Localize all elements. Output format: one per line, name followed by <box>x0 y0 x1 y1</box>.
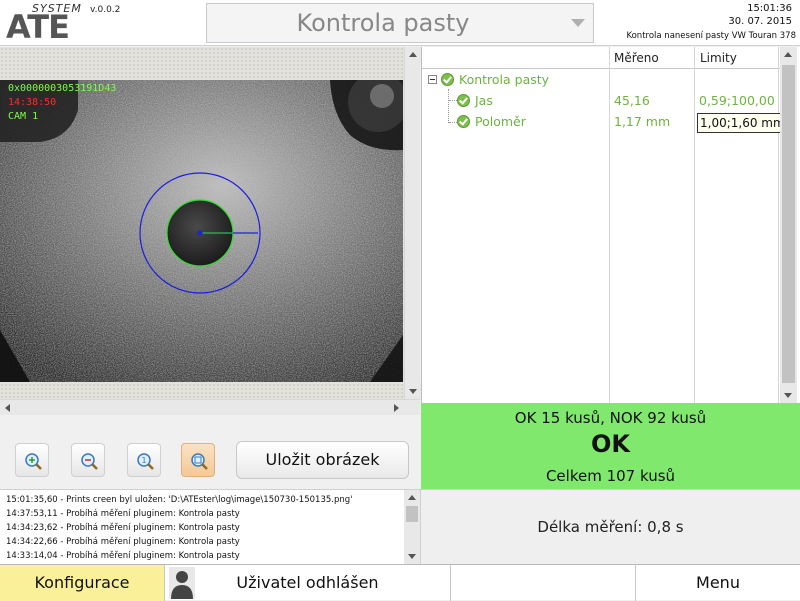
log-scroll-thumb[interactable] <box>406 506 418 522</box>
zoom-out-button[interactable] <box>71 443 105 477</box>
clock-time: 15:01:36 <box>747 3 792 14</box>
camera-image[interactable]: 0x0000003053191D43 14:38:50 CAM 1 <box>0 80 403 382</box>
plugin-select[interactable]: Kontrola pasty <box>206 3 594 43</box>
arrow-down-icon <box>784 393 792 398</box>
arrow-left-icon <box>5 404 10 412</box>
measurement-tree[interactable]: Měřeno Limity Kontrola pasty Jas 45,16 0… <box>421 47 800 403</box>
zoom-actual-icon: 1 <box>137 453 154 470</box>
result-panel: OK 15 kusů, NOK 92 kusů OK Celkem 107 ku… <box>421 403 800 489</box>
log-line: 14:33:14,04 - Probíhá měření pluginem: K… <box>6 551 240 561</box>
tree-item-label: Jas <box>475 93 493 108</box>
log-line: 14:37:53,11 - Probíhá měření pluginem: K… <box>6 509 240 519</box>
tree-scroll-down-button[interactable] <box>780 387 796 403</box>
tree-row-jas[interactable]: Jas 45,16 0,59;100,00 <box>422 90 784 111</box>
tree-header: Měřeno Limity <box>422 47 784 69</box>
ok-check-icon <box>457 94 470 107</box>
log-line: 15:01:35,60 - Prints creen byl uložen: '… <box>6 495 353 505</box>
scroll-right-button[interactable] <box>388 400 404 416</box>
configuration-button[interactable]: Konfigurace <box>0 565 165 601</box>
limits-value: 0,59;100,00 <box>699 93 775 108</box>
camera-id: 0x0000003053191D43 <box>8 83 117 94</box>
collapse-icon[interactable] <box>428 75 437 84</box>
image-viewer[interactable]: 0x0000003053191D43 14:38:50 CAM 1 <box>0 47 421 416</box>
plugin-select-value: Kontrola pasty <box>296 9 470 37</box>
image-toolbar: 1 Uložit obrázek <box>0 415 420 489</box>
zoom-in-icon <box>25 453 42 470</box>
column-measured-header[interactable]: Měřeno <box>614 51 659 65</box>
ate-logo: SYSTEM ATE <box>6 2 86 46</box>
log-panel[interactable]: 15:01:35,60 - Prints creen byl uložen: '… <box>0 489 421 565</box>
limits-tooltip: 1,00;1,60 mm <box>697 113 789 133</box>
duration-panel: Délka měření: 0,8 s <box>421 489 800 564</box>
arrow-down-icon <box>409 389 417 394</box>
arrow-right-icon <box>394 404 399 412</box>
result-total: Celkem 107 kusů <box>545 467 676 485</box>
program-subtitle: Kontrola nanesení pasty VW Touran 378 <box>626 31 796 41</box>
arrow-up-icon <box>409 52 417 57</box>
svg-text:1: 1 <box>142 456 147 465</box>
arrow-down-icon <box>408 554 416 559</box>
save-image-button[interactable]: Uložit obrázek <box>236 441 409 479</box>
scroll-up-button[interactable] <box>405 47 421 63</box>
camera-number: CAM 1 <box>8 111 39 122</box>
log-scroll-down-button[interactable] <box>404 548 420 564</box>
user-status-label: Uživatel odhlášen <box>236 573 379 592</box>
zoom-out-icon <box>81 453 98 470</box>
arrow-up-icon <box>408 495 416 500</box>
user-button[interactable]: Uživatel odhlášen <box>165 565 451 601</box>
measurement-duration: Délka měření: 0,8 s <box>537 518 684 536</box>
clock-date: 30. 07. 2015 <box>728 16 792 27</box>
result-counts: OK 15 kusů, NOK 92 kusů <box>514 409 707 427</box>
log-list: 15:01:35,60 - Prints creen byl uložen: '… <box>6 493 396 563</box>
scroll-left-button[interactable] <box>0 400 16 416</box>
tree-scroll-thumb[interactable] <box>782 65 795 383</box>
image-vertical-scrollbar[interactable] <box>404 47 421 399</box>
logo-ate-text: ATE <box>6 8 70 46</box>
tree-scroll-up-button[interactable] <box>780 47 796 63</box>
zoom-in-button[interactable] <box>15 443 49 477</box>
header-bar: SYSTEM ATE v.0.0.2 Kontrola pasty 15:01:… <box>0 0 800 46</box>
tree-vertical-scrollbar[interactable] <box>780 47 797 403</box>
result-status: OK <box>591 430 630 458</box>
user-icon <box>169 567 195 599</box>
column-limits-header[interactable]: Limity <box>700 51 737 65</box>
menu-button[interactable]: Menu <box>636 565 800 601</box>
tree-row-root[interactable]: Kontrola pasty <box>422 69 784 90</box>
arrow-up-icon <box>784 52 792 57</box>
ok-check-icon <box>441 73 454 86</box>
version-label: v.0.0.2 <box>90 5 121 15</box>
ok-check-icon <box>457 115 470 128</box>
tree-root-label: Kontrola pasty <box>459 72 550 87</box>
measured-value: 45,16 <box>614 93 650 108</box>
zoom-fit-icon <box>191 453 208 470</box>
scroll-down-button[interactable] <box>405 383 421 399</box>
tree-item-label: Poloměr <box>475 114 526 129</box>
camera-frame-graphic <box>0 80 403 382</box>
empty-bottom-slot <box>451 565 636 601</box>
log-scrollbar[interactable] <box>404 490 420 565</box>
log-scroll-up-button[interactable] <box>404 490 420 506</box>
image-horizontal-scrollbar[interactable] <box>0 399 420 416</box>
log-line: 14:34:23,62 - Probíhá měření pluginem: K… <box>6 523 240 533</box>
chevron-down-icon <box>571 19 585 27</box>
measured-value: 1,17 mm <box>614 114 671 129</box>
zoom-actual-button[interactable]: 1 <box>127 443 161 477</box>
camera-timestamp: 14:38:50 <box>8 97 57 108</box>
zoom-fit-button[interactable] <box>181 443 215 477</box>
bottom-bar: Konfigurace Uživatel odhlášen Menu <box>0 564 800 601</box>
log-line: 14:34:22,66 - Probíhá měření pluginem: K… <box>6 537 240 547</box>
